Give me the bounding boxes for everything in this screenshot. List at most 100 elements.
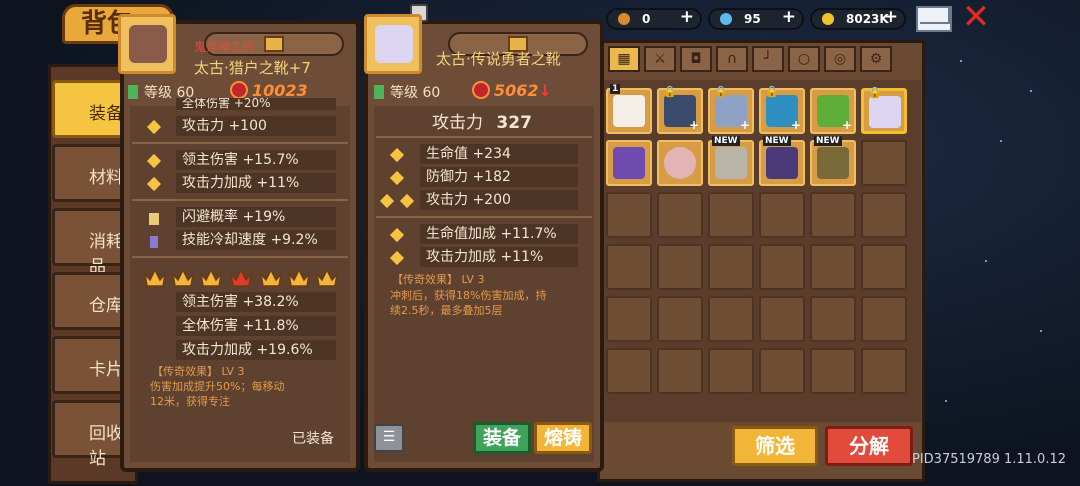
gem-count: 95 (744, 12, 761, 26)
inventory-slot-empty[interactable] (810, 244, 856, 290)
inventory-slot-empty[interactable] (606, 192, 652, 238)
level-text: 等级 60 (390, 85, 441, 101)
inventory-slot-empty[interactable] (810, 192, 856, 238)
inventory-slot-selected[interactable]: 🔒 (861, 86, 907, 134)
inventory-slot-empty[interactable] (606, 244, 652, 290)
legend-text: 伤害加成提升50%；每移动 (150, 380, 285, 393)
armor-icon[interactable]: ◘ (680, 46, 712, 72)
main-stat-value: 327 (496, 113, 532, 133)
inventory-slot[interactable] (606, 140, 652, 186)
add-gold-button[interactable]: + (680, 8, 694, 26)
inventory-slot-empty[interactable] (657, 348, 703, 394)
crown-stat-row: 全体伤害 +11.8% (176, 316, 336, 336)
legend-text: 12米，获得专注 (150, 395, 230, 408)
inventory-slot-empty[interactable] (810, 296, 856, 342)
inventory-slot-empty[interactable] (759, 244, 805, 290)
hourglass-stat-icon (150, 236, 158, 248)
gear-icon[interactable]: ⚙ (860, 46, 892, 72)
inventory-slot-empty[interactable] (759, 296, 805, 342)
salvage-button[interactable]: 分解 (825, 426, 913, 466)
legend-text: 续2.5秒，最多叠加5层 (390, 304, 503, 317)
inventory-slot-empty[interactable] (759, 192, 805, 238)
inventory-slot[interactable]: NEW (708, 136, 754, 186)
lock-icon: 🔒 (714, 85, 728, 98)
inventory-slot-empty[interactable] (657, 244, 703, 290)
stat-row: 闪避概率 +19% (176, 207, 336, 227)
inventory-slot-empty[interactable] (861, 192, 907, 238)
boots-icon[interactable]: ┘ (752, 46, 784, 72)
compare-item-image (364, 14, 422, 74)
inventory-slot-empty[interactable] (861, 348, 907, 394)
stat-row: 全体伤害 +20% (176, 98, 336, 110)
new-badge: NEW (814, 136, 842, 146)
boots-icon (129, 25, 167, 63)
inventory-slot-empty[interactable] (708, 296, 754, 342)
necklace-icon[interactable]: ◎ (824, 46, 856, 72)
inventory-slot-empty[interactable] (606, 296, 652, 342)
main-stat: 攻击力 327 (432, 108, 532, 133)
crown-stat-row: 领主伤害 +38.2% (176, 292, 336, 312)
helmet-item-icon (715, 147, 747, 179)
inventory-slot[interactable]: NEW (810, 136, 856, 186)
coin-icon (822, 13, 834, 25)
inventory-slot-empty[interactable] (606, 348, 652, 394)
gold-pouch-icon (618, 13, 630, 25)
mail-icon[interactable] (916, 6, 952, 32)
power-down-icon: ↓ (538, 81, 552, 100)
level-flag-icon (128, 85, 138, 99)
level-flag-icon (374, 85, 384, 99)
stat-row: 攻击力 +200 (420, 190, 578, 210)
inventory-slot[interactable]: 🔒 + (759, 85, 805, 134)
divider (132, 256, 348, 258)
sword-icon[interactable]: ⚔ (644, 46, 676, 72)
equip-button[interactable]: 装备 (473, 422, 531, 454)
lock-icon: 🔒 (868, 86, 882, 99)
armor-item-icon (613, 147, 645, 179)
helmet-item-icon (613, 95, 645, 127)
stat-row: 技能冷却速度 +9.2% (176, 230, 336, 250)
power-icon (230, 81, 248, 99)
inventory-slot-empty[interactable] (759, 348, 805, 394)
inventory-slot-empty[interactable] (708, 244, 754, 290)
legend-title: 【传奇效果】 LV 3 (392, 273, 485, 286)
grid-icon[interactable]: ▦ (608, 46, 640, 72)
build-id: PID37519789 1.11.0.12 (912, 452, 1067, 467)
boots-item-icon (817, 147, 849, 179)
stat-row: 领主伤害 +15.7% (176, 150, 336, 170)
inventory-slot-empty[interactable] (810, 348, 856, 394)
add-gem-button[interactable]: + (782, 8, 796, 26)
ring-icon[interactable]: ○ (788, 46, 820, 72)
inventory-slot-empty[interactable] (657, 192, 703, 238)
crown-icon (259, 268, 283, 288)
power-score: 5062↓ (472, 81, 552, 100)
inventory-slot-empty[interactable] (861, 296, 907, 342)
inventory-slot-empty[interactable] (861, 140, 907, 186)
count-badge: 1 (610, 84, 621, 94)
inventory-slot[interactable]: NEW (759, 136, 805, 186)
add-coin-button[interactable]: + (884, 8, 898, 26)
inventory-slot[interactable]: 🔒 + (708, 85, 754, 134)
inventory-slot-empty[interactable] (657, 296, 703, 342)
inventory-slot[interactable]: + (810, 88, 856, 134)
lock-icon: 🔒 (663, 85, 677, 98)
inventory-slot[interactable]: 🔒 + (657, 85, 703, 134)
helmet-icon[interactable]: ∩ (716, 46, 748, 72)
armor-item-icon (766, 147, 798, 179)
inventory-slot[interactable] (657, 140, 703, 186)
stat-row: 攻击力加成 +11% (176, 173, 336, 193)
forge-button[interactable]: 熔铸 (534, 422, 592, 454)
inventory-slot-empty[interactable] (861, 244, 907, 290)
filter-button[interactable]: 筛选 (732, 426, 818, 466)
boots-emblem-icon (264, 36, 284, 52)
inventory-slot-empty[interactable] (708, 348, 754, 394)
crown-icon (199, 268, 223, 288)
list-icon[interactable]: ☰ (374, 424, 404, 452)
inventory-slot-empty[interactable] (708, 192, 754, 238)
divider (376, 136, 592, 138)
stat-row: 生命值加成 +11.7% (420, 224, 578, 244)
crown-icon (143, 268, 167, 288)
close-icon[interactable]: ✕ (960, 0, 992, 34)
inventory-slot[interactable]: 1 (606, 84, 652, 134)
coin-count: 8023K (846, 12, 889, 26)
crown-icon (171, 268, 195, 288)
